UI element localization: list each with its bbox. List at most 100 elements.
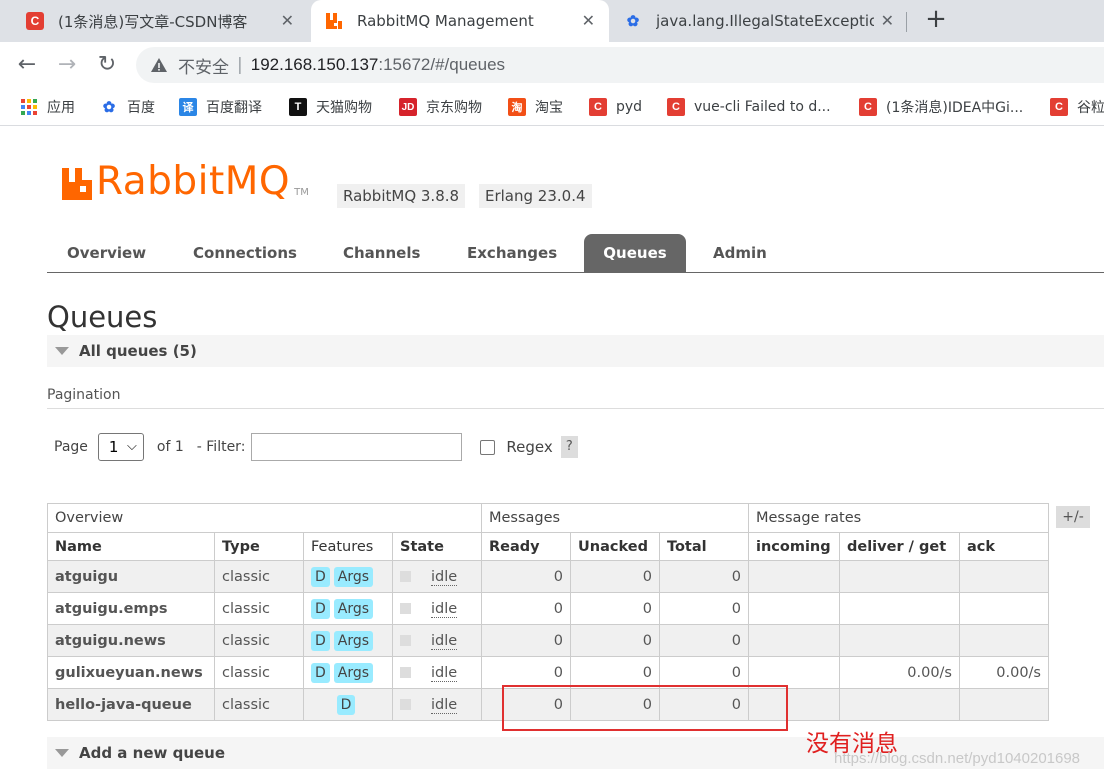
queue-features: D Args: [303, 656, 393, 689]
reload-icon[interactable]: ↻: [94, 52, 120, 78]
browser-tab[interactable]: ✿ java.lang.IllegalStateException ✕: [612, 0, 908, 42]
rabbitmq-logo[interactable]: RabbitMQ TM: [60, 162, 309, 202]
ack-rate: [959, 624, 1049, 657]
browser-tab-active[interactable]: RabbitMQ Management ✕: [311, 0, 609, 42]
table-row: atguigu.emps classic D Args idle 0 0 0: [47, 592, 1049, 625]
erlang-version: Erlang 23.0.4: [479, 184, 592, 208]
state-label: idle: [431, 568, 458, 586]
bookmark-baidu-translate[interactable]: 译 百度翻译: [179, 96, 262, 118]
bookmark-label: vue-cli Failed to d...: [694, 99, 831, 115]
column-header-name[interactable]: Name: [47, 532, 215, 561]
forward-icon[interactable]: →: [54, 52, 80, 78]
incoming-rate: [748, 560, 840, 593]
new-tab-button[interactable]: +: [922, 6, 950, 34]
bookmark-vue-cli[interactable]: C vue-cli Failed to d...: [667, 96, 831, 118]
chevron-down-icon: ⌵: [127, 439, 137, 454]
deliver-get-rate: [839, 688, 960, 721]
regex-checkbox[interactable]: [480, 439, 496, 455]
bookmark-label: 京东购物: [426, 100, 482, 116]
bookmark-apps[interactable]: 应用: [20, 96, 75, 118]
tab-admin[interactable]: Admin: [695, 234, 785, 272]
tab-connections[interactable]: Connections: [175, 234, 315, 272]
pagination-heading: Pagination: [47, 387, 1104, 409]
annotation-highlight-box: [502, 685, 788, 731]
bookmarks-bar: 应用 ✿ 百度 译 百度翻译 T 天猫购物 JD 京东购物 淘 淘宝 C pyd…: [0, 88, 1104, 126]
columns-toggle-button[interactable]: +/-: [1056, 506, 1090, 528]
back-icon[interactable]: ←: [14, 52, 40, 78]
page-select-value: 1: [108, 438, 119, 456]
column-header-type[interactable]: Type: [214, 532, 304, 561]
bookmark-taobao[interactable]: 淘 淘宝: [508, 96, 563, 118]
queue-type: classic: [214, 592, 304, 625]
baidu-translate-icon: 译: [179, 98, 197, 116]
bookmark-idea[interactable]: C (1条消息)IDEA中Gi...: [859, 96, 1023, 118]
column-header-ready[interactable]: Ready: [481, 532, 571, 561]
total-count: 0: [659, 624, 749, 657]
column-header-incoming[interactable]: incoming: [748, 532, 840, 561]
bookmark-label: 应用: [47, 100, 75, 116]
rabbitmq-version: RabbitMQ 3.8.8: [337, 184, 466, 208]
group-header-message-rates: Message rates: [748, 503, 1049, 533]
bookmark-label: 百度翻译: [206, 100, 262, 116]
tab-overview[interactable]: Overview: [49, 234, 164, 272]
csdn-icon: C: [26, 12, 44, 30]
group-header-row: Overview Messages Message rates: [47, 503, 1049, 533]
args-badge: Args: [333, 598, 374, 619]
bookmark-jd[interactable]: JD 京东购物: [399, 96, 482, 118]
queue-name-link[interactable]: hello-java-queue: [47, 688, 215, 721]
page-select[interactable]: 1 ⌵: [97, 433, 144, 461]
bookmark-pyd[interactable]: C pyd: [589, 96, 642, 118]
incoming-rate: [748, 592, 840, 625]
close-tab-icon[interactable]: ✕: [582, 12, 595, 30]
tab-strip: C (1条消息)写文章-CSDN博客 ✕ RabbitMQ Management…: [0, 0, 1104, 42]
state-label: idle: [431, 664, 458, 682]
close-tab-icon[interactable]: ✕: [281, 12, 294, 30]
column-header-total[interactable]: Total: [659, 532, 749, 561]
browser-tab[interactable]: C (1条消息)写文章-CSDN博客 ✕: [0, 0, 308, 42]
all-queues-toggle[interactable]: All queues (5): [47, 335, 1104, 367]
tab-title: (1条消息)写文章-CSDN博客: [58, 12, 248, 31]
ready-count: 0: [481, 560, 571, 593]
state-indicator-icon: [400, 667, 411, 678]
tab-queues[interactable]: Queues: [584, 234, 686, 272]
close-tab-icon[interactable]: ✕: [881, 12, 894, 30]
ready-count: 0: [481, 592, 571, 625]
csdn-icon: C: [859, 98, 877, 116]
state-label: idle: [431, 696, 458, 714]
queue-name-link[interactable]: atguigu.news: [47, 624, 215, 657]
incoming-rate: [748, 656, 840, 689]
args-badge: Args: [333, 630, 374, 651]
queue-state: idle: [392, 656, 482, 689]
bookmark-label: (1条消息)IDEA中Gi...: [886, 100, 1024, 116]
total-count: 0: [659, 656, 749, 689]
csdn-icon: C: [589, 98, 607, 116]
args-badge: Args: [333, 566, 374, 587]
tab-channels[interactable]: Channels: [325, 234, 438, 272]
queue-name-link[interactable]: atguigu.emps: [47, 592, 215, 625]
column-header-ack[interactable]: ack: [959, 532, 1049, 561]
browser-toolbar: ← → ↻ 不安全 | 192.168.150.137 :15672/#/que…: [0, 42, 1104, 88]
column-header-state[interactable]: State: [392, 532, 482, 561]
tab-exchanges[interactable]: Exchanges: [449, 234, 575, 272]
bookmark-guli[interactable]: C 谷粒: [1050, 96, 1104, 118]
bookmark-tmall[interactable]: T 天猫购物: [289, 96, 372, 118]
baidu-paw-icon: ✿: [626, 13, 640, 30]
warning-icon: [151, 58, 167, 72]
column-header-unacked[interactable]: Unacked: [570, 532, 660, 561]
column-header-deliver-get[interactable]: deliver / get: [839, 532, 960, 561]
durable-badge: D: [311, 662, 330, 683]
unacked-count: 0: [570, 560, 660, 593]
durable-badge: D: [311, 630, 330, 651]
regex-help-button[interactable]: ?: [560, 436, 578, 458]
total-count: 0: [659, 592, 749, 625]
queue-name-link[interactable]: atguigu: [47, 560, 215, 593]
filter-input[interactable]: [251, 433, 463, 461]
address-bar[interactable]: 不安全 | 192.168.150.137 :15672/#/queues: [136, 47, 1104, 83]
bookmark-label: 谷粒: [1077, 100, 1104, 116]
bookmark-baidu[interactable]: ✿ 百度: [100, 96, 155, 118]
deliver-get-rate: [839, 560, 960, 593]
bookmark-label: 天猫购物: [316, 100, 372, 116]
taobao-icon: 淘: [508, 98, 526, 116]
queue-name-link[interactable]: gulixueyuan.news: [47, 656, 215, 689]
ready-count: 0: [481, 624, 571, 657]
